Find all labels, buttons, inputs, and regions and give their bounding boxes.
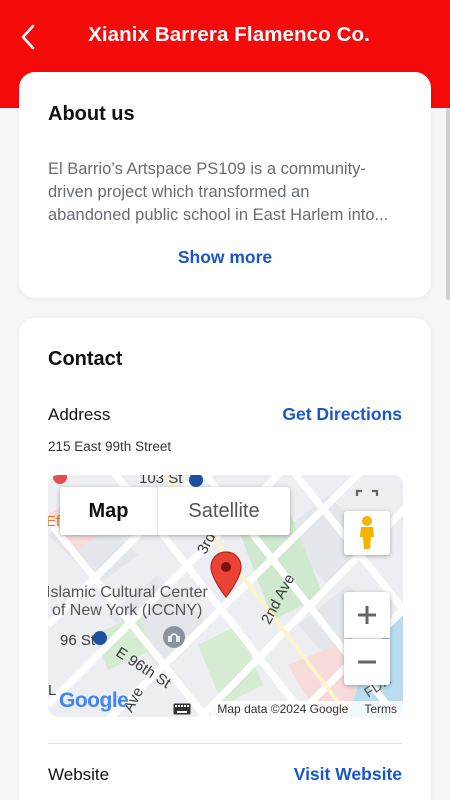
zoom-out-icon bbox=[358, 660, 376, 664]
map-label: Ef bbox=[48, 513, 61, 530]
get-directions-link[interactable]: Get Directions bbox=[282, 404, 402, 425]
mosque-icon bbox=[163, 626, 185, 648]
map-pin-icon[interactable] bbox=[209, 551, 243, 599]
map-attribution: Map data ©2024 Google bbox=[217, 702, 349, 716]
map-type-satellite-button[interactable]: Satellite bbox=[157, 487, 290, 535]
map-attribution-bar: Map data ©2024 Google Terms bbox=[173, 701, 403, 717]
pegman-icon bbox=[360, 516, 374, 549]
map-label: 96 St bbox=[60, 632, 96, 649]
show-more-button[interactable]: Show more bbox=[19, 247, 431, 268]
page-title: Xianix Barrera Flamenco Co. bbox=[88, 23, 370, 46]
about-line: abandoned public school in East Harlem i… bbox=[48, 206, 389, 224]
scrollbar[interactable] bbox=[446, 108, 450, 300]
google-logo: Google bbox=[59, 689, 129, 713]
website-label: Website bbox=[48, 765, 110, 784]
zoom-out-button[interactable] bbox=[344, 639, 390, 685]
map-type-toggle: Map Satellite bbox=[60, 487, 290, 535]
map-terms-link[interactable]: Terms bbox=[364, 702, 397, 716]
keyboard-icon[interactable] bbox=[173, 703, 191, 715]
map-view[interactable]: 103 St Ef 3rd Av 2nd Ave Islamic Cultura… bbox=[48, 475, 403, 717]
divider bbox=[48, 743, 402, 744]
google-logo-text: Google bbox=[59, 689, 129, 712]
contact-title: Contact bbox=[48, 348, 123, 370]
about-card: About us El Barrio’s Artspace PS109 is a… bbox=[19, 72, 431, 298]
about-title: About us bbox=[48, 103, 135, 125]
about-line: driven project which transformed an bbox=[48, 183, 310, 201]
visit-website-link[interactable]: Visit Website bbox=[294, 764, 402, 785]
map-label: Islamic Cultural Center bbox=[48, 584, 208, 601]
fullscreen-button[interactable] bbox=[344, 487, 390, 511]
fullscreen-icon bbox=[355, 489, 379, 496]
zoom-in-icon bbox=[358, 606, 376, 624]
street-view-button[interactable] bbox=[344, 511, 390, 555]
address-value: 215 East 99th Street bbox=[48, 439, 172, 454]
map-label: 103 St bbox=[139, 475, 183, 487]
about-line: El Barrio’s Artspace PS109 is a communit… bbox=[48, 160, 366, 178]
map-label: L bbox=[48, 682, 57, 699]
map-label: of New York (ICCNY) bbox=[52, 602, 203, 619]
contact-card: Contact Address Get Directions 215 East … bbox=[19, 318, 431, 800]
map-type-map-button[interactable]: Map bbox=[60, 487, 157, 535]
zoom-in-button[interactable] bbox=[344, 592, 390, 638]
address-label: Address bbox=[48, 405, 111, 424]
about-text: El Barrio’s Artspace PS109 is a communit… bbox=[48, 158, 410, 227]
